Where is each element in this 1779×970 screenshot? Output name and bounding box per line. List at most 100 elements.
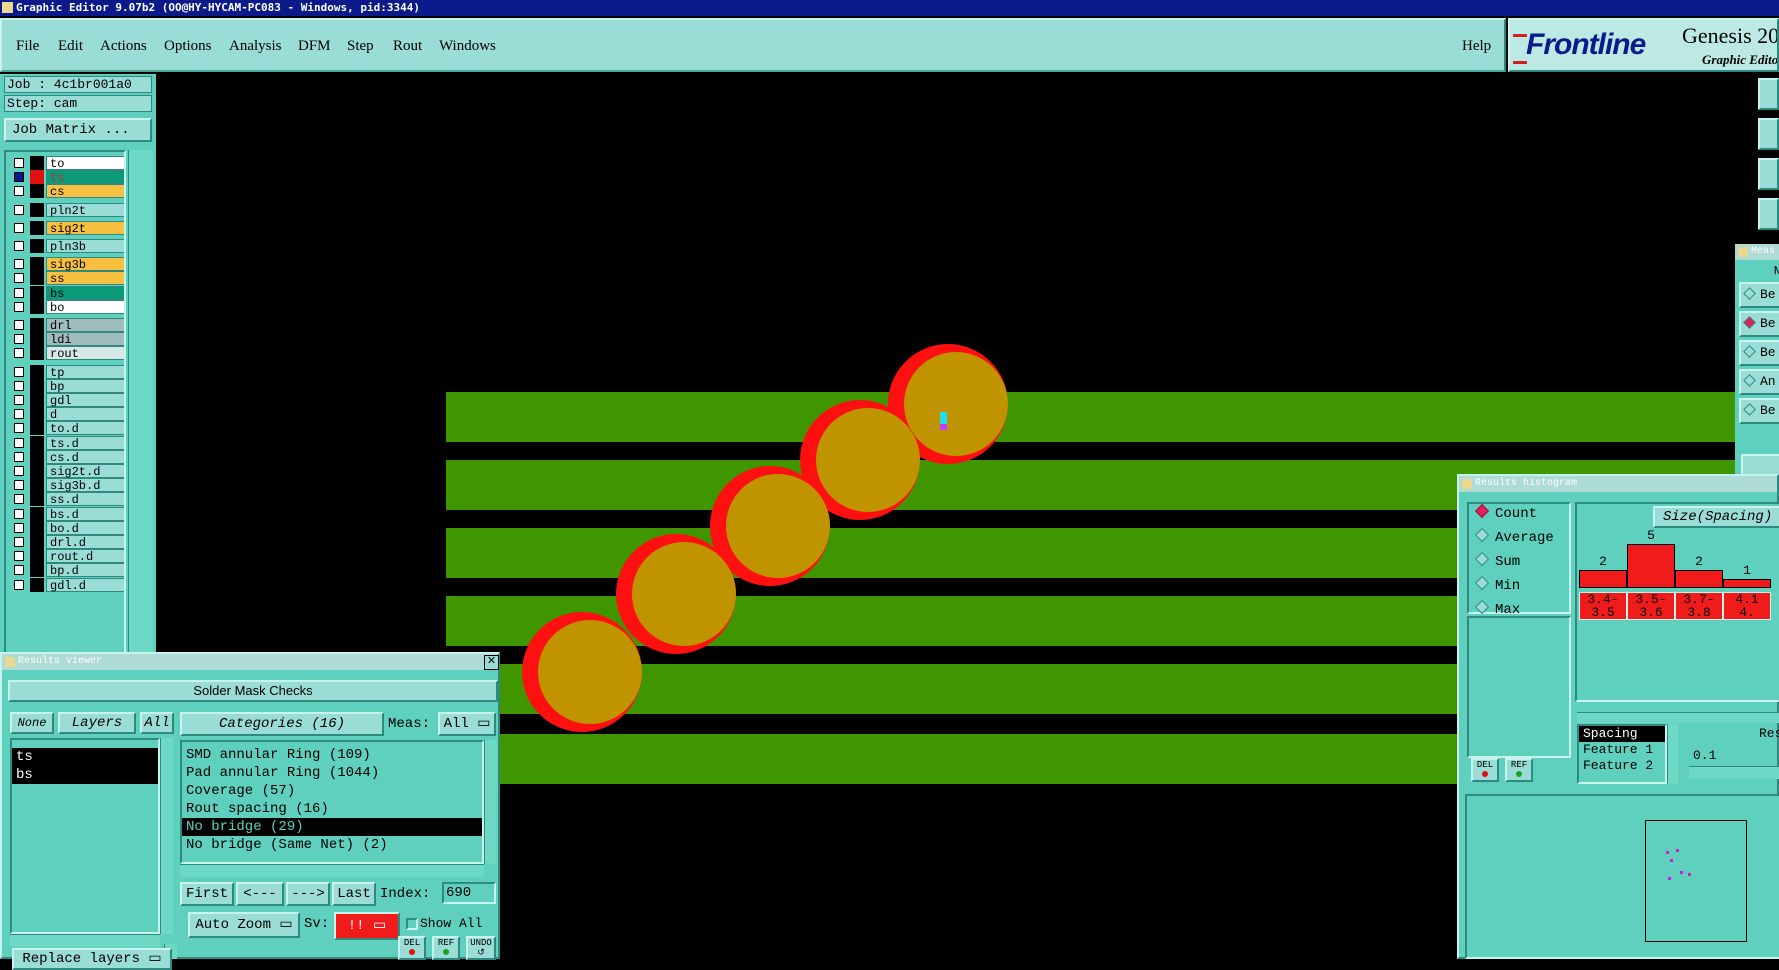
meas-select[interactable]: All ▭ bbox=[438, 712, 496, 736]
meas-option[interactable]: Be bbox=[1739, 398, 1779, 424]
layer-name[interactable]: bp bbox=[46, 378, 124, 394]
histogram-bar[interactable] bbox=[1723, 579, 1771, 588]
layer-row-ss[interactable]: ss bbox=[10, 271, 124, 286]
layer-name[interactable]: bo.d bbox=[46, 520, 124, 536]
pad[interactable] bbox=[816, 408, 920, 512]
layer-color-swatch[interactable] bbox=[30, 535, 44, 549]
layer-color-swatch[interactable] bbox=[30, 156, 44, 170]
layer-checkbox[interactable] bbox=[14, 222, 24, 233]
layer-checkbox[interactable] bbox=[14, 551, 24, 562]
category-item[interactable]: Rout spacing (16) bbox=[182, 800, 482, 818]
menu-actions[interactable]: Actions bbox=[100, 38, 147, 55]
layer-row-rout-d[interactable]: rout.d bbox=[10, 549, 124, 564]
window-menu-icon[interactable] bbox=[5, 657, 15, 667]
layer-name[interactable]: to bbox=[46, 156, 124, 171]
overview-map[interactable] bbox=[1645, 820, 1747, 942]
layer-color-swatch[interactable] bbox=[30, 318, 44, 332]
category-item[interactable]: Coverage (57) bbox=[182, 782, 482, 800]
layer-row-gdl[interactable]: gdl bbox=[10, 393, 124, 408]
layer-name[interactable]: to.d bbox=[46, 421, 124, 436]
layer-list-item[interactable]: ts bbox=[12, 748, 158, 766]
layer-row-sig3b-d[interactable]: sig3b.d bbox=[10, 478, 124, 493]
layer-name[interactable]: bo bbox=[46, 299, 124, 315]
layer-name[interactable]: sig3b bbox=[46, 257, 124, 272]
tool-button-3[interactable] bbox=[1758, 158, 1779, 190]
layer-row-to-d[interactable]: to.d bbox=[10, 421, 124, 436]
layer-row-bs-d[interactable]: bs.d bbox=[10, 506, 124, 522]
menu-step[interactable]: Step bbox=[347, 38, 374, 55]
layer-name[interactable]: ts.d bbox=[46, 435, 124, 451]
tool-button-4[interactable] bbox=[1758, 198, 1779, 230]
layer-row-sig2t[interactable]: sig2t bbox=[10, 220, 124, 236]
layer-color-swatch[interactable] bbox=[30, 549, 44, 564]
layer-color-swatch[interactable] bbox=[30, 346, 44, 361]
histogram-bin-label[interactable]: 4.1 4. bbox=[1723, 592, 1771, 620]
categories-button[interactable]: Categories (16) bbox=[180, 712, 384, 736]
histogram-mode-min[interactable]: Min bbox=[1474, 575, 1520, 594]
layer-row-tp[interactable]: tp bbox=[10, 364, 124, 380]
layer-checkbox[interactable] bbox=[14, 494, 24, 505]
window-menu-icon[interactable] bbox=[1738, 247, 1748, 257]
layer-list-scrollbar[interactable] bbox=[128, 150, 153, 720]
menu-file[interactable]: File bbox=[16, 38, 39, 55]
menu-analysis[interactable]: Analysis bbox=[229, 38, 282, 55]
show-all-checkbox[interactable] bbox=[406, 918, 418, 930]
histogram-mode-sum[interactable]: Sum bbox=[1474, 551, 1520, 570]
layer-color-swatch[interactable] bbox=[30, 449, 44, 464]
previous-button[interactable]: <--- bbox=[236, 882, 284, 906]
layer-row-ldi[interactable]: ldi bbox=[10, 332, 124, 347]
layers-button[interactable]: Layers bbox=[58, 712, 136, 734]
layer-color-swatch[interactable] bbox=[30, 332, 44, 347]
layer-checkbox[interactable] bbox=[14, 158, 24, 168]
layer-checkbox[interactable] bbox=[14, 537, 24, 547]
layer-name[interactable]: cs.d bbox=[46, 449, 124, 465]
pad[interactable] bbox=[632, 542, 736, 646]
layer-color-swatch[interactable] bbox=[30, 421, 44, 436]
histogram-bar[interactable] bbox=[1675, 570, 1723, 588]
layer-name[interactable]: bs.d bbox=[46, 506, 124, 522]
none-button[interactable]: None bbox=[10, 712, 54, 734]
layer-row-cs[interactable]: cs bbox=[10, 184, 124, 199]
layer-name[interactable]: sig2t.d bbox=[46, 464, 124, 479]
layer-color-swatch[interactable] bbox=[30, 520, 44, 535]
category-item[interactable]: SMD annular Ring (109) bbox=[182, 746, 482, 764]
meas-option[interactable]: Be bbox=[1739, 340, 1779, 366]
menu-edit[interactable]: Edit bbox=[58, 38, 83, 55]
layer-checkbox[interactable] bbox=[14, 204, 24, 215]
layer-color-swatch[interactable] bbox=[30, 393, 44, 407]
layer-name[interactable]: bp.d bbox=[46, 563, 124, 578]
histogram-mode-count[interactable]: Count bbox=[1474, 503, 1537, 522]
first-button[interactable]: First bbox=[180, 882, 234, 906]
layer-name[interactable]: drl.d bbox=[46, 535, 124, 550]
pad[interactable] bbox=[538, 620, 642, 724]
layer-checkbox[interactable] bbox=[14, 301, 24, 312]
meas-option[interactable]: Be bbox=[1739, 311, 1779, 337]
histogram-mode-average[interactable]: Average bbox=[1474, 527, 1554, 546]
window-menu-icon[interactable] bbox=[2, 2, 13, 13]
layer-name[interactable]: gdl bbox=[46, 393, 124, 408]
meas-option[interactable]: Be bbox=[1739, 282, 1779, 308]
layer-color-swatch[interactable] bbox=[30, 299, 44, 314]
layer-color-swatch[interactable] bbox=[30, 202, 44, 217]
layer-checkbox[interactable] bbox=[14, 380, 24, 391]
layer-name[interactable]: tp bbox=[46, 364, 124, 380]
layer-checkbox[interactable] bbox=[14, 423, 24, 434]
layer-name[interactable]: ts bbox=[46, 170, 124, 185]
close-icon[interactable]: ✕ bbox=[484, 655, 499, 670]
layer-checkbox[interactable] bbox=[14, 186, 24, 197]
layer-checkbox[interactable] bbox=[14, 565, 24, 576]
layer-color-swatch[interactable] bbox=[30, 464, 44, 478]
layer-checkbox[interactable] bbox=[14, 522, 24, 533]
layer-name[interactable]: rout.d bbox=[46, 549, 124, 564]
layers-list-hscrollbar[interactable] bbox=[10, 934, 160, 947]
attribute-list-scrollbar[interactable] bbox=[1667, 724, 1678, 784]
layer-name[interactable]: rout bbox=[46, 346, 124, 361]
layer-checkbox[interactable] bbox=[14, 334, 24, 345]
layer-row-to[interactable]: to bbox=[10, 156, 124, 171]
layer-checkbox[interactable] bbox=[14, 466, 24, 476]
job-matrix-button[interactable]: Job Matrix ... bbox=[4, 118, 152, 142]
layer-color-swatch[interactable] bbox=[30, 563, 44, 578]
layer-row-rout[interactable]: rout bbox=[10, 346, 124, 361]
layer-color-swatch[interactable] bbox=[30, 285, 44, 300]
category-item[interactable]: No bridge (Same Net) (2) bbox=[182, 836, 482, 854]
